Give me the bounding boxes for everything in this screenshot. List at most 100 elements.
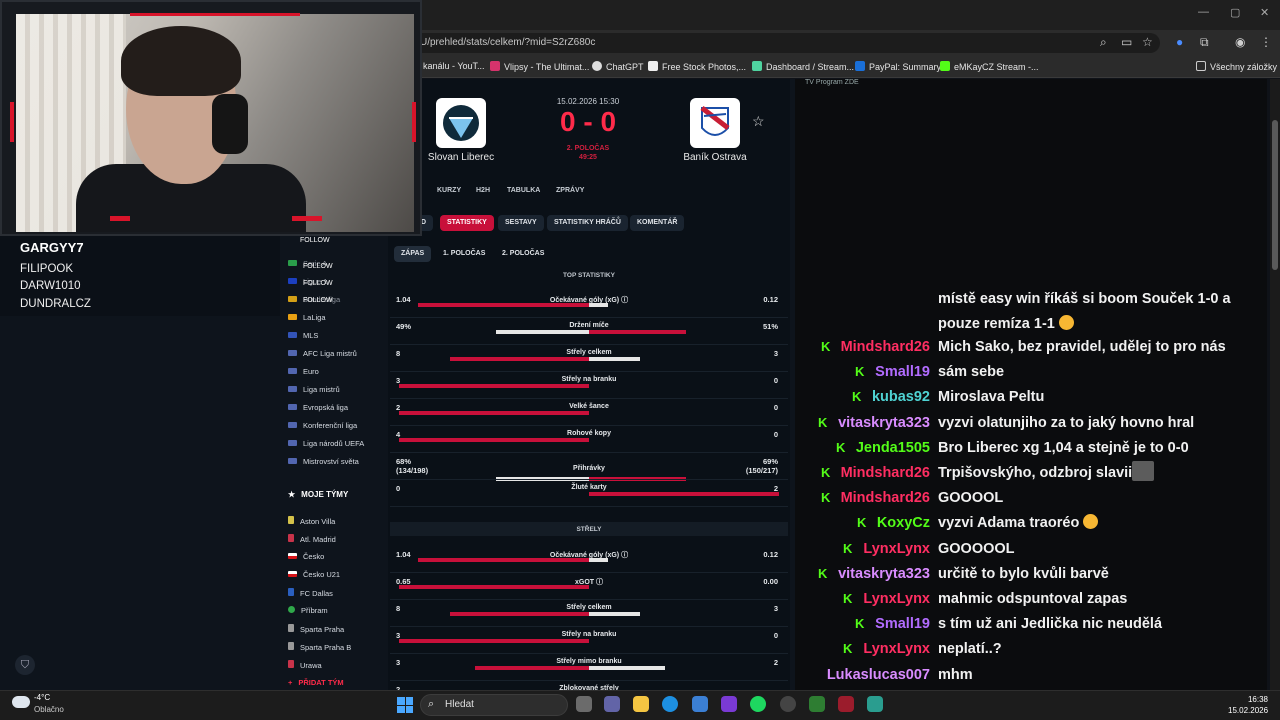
sidebar-team[interactable]: Urawa bbox=[288, 660, 322, 670]
search-label[interactable]: Hledat bbox=[445, 699, 474, 710]
chat-username[interactable]: Mindshard26 bbox=[841, 486, 930, 511]
stat-divider bbox=[390, 479, 788, 480]
star-icon: ★ bbox=[288, 490, 296, 499]
chat-username[interactable]: LynxLynx bbox=[863, 637, 930, 662]
stat-home-bar bbox=[450, 612, 589, 616]
tab-first-half[interactable]: 1. POLOČAS bbox=[436, 246, 492, 262]
subscriber-name: DUNDRALCZ bbox=[20, 298, 91, 310]
sidebar-team[interactable]: Česko U21 bbox=[288, 570, 340, 579]
tab-second-half[interactable]: 2. POLOČAS bbox=[495, 246, 551, 262]
sidebar-team[interactable]: Příbram bbox=[288, 606, 328, 615]
tv-program-link[interactable]: TV Program ZDE bbox=[805, 79, 859, 86]
taskbar-clock[interactable]: 16:38 15.02.2026 bbox=[1228, 694, 1268, 716]
file-explorer-icon[interactable] bbox=[633, 696, 649, 712]
tab-h2h[interactable]: H2H bbox=[476, 187, 490, 194]
bookmark-star-icon[interactable]: ☆ bbox=[1142, 35, 1153, 49]
chat-username[interactable]: Small19 bbox=[875, 612, 930, 637]
bookmark-stock-photos[interactable]: Free Stock Photos,... bbox=[648, 61, 746, 72]
chat-username[interactable]: Lukaslucas007 bbox=[827, 663, 930, 688]
app-icon[interactable] bbox=[867, 696, 883, 712]
stat-divider bbox=[390, 452, 788, 453]
sidebar-league[interactable]: Euro bbox=[288, 367, 319, 376]
tab-standings[interactable]: TABULKA bbox=[507, 187, 540, 194]
sidebar-league[interactable]: Mistrovství světa bbox=[288, 457, 359, 466]
sidebar-team[interactable]: Česko bbox=[288, 552, 324, 561]
zoom-icon[interactable]: ⌕ bbox=[1100, 35, 1107, 50]
bookmark-paypal[interactable]: PayPal: Summary bbox=[855, 61, 941, 72]
cloud-icon[interactable] bbox=[12, 696, 30, 708]
tab-news[interactable]: ZPRÁVY bbox=[556, 187, 584, 194]
app-icon[interactable] bbox=[721, 696, 737, 712]
sidebar-league[interactable]: Liga národů UEFA bbox=[288, 439, 364, 448]
follow-button[interactable]: FOLLOW bbox=[303, 297, 333, 304]
sidebar-league[interactable]: Liga mistrů bbox=[288, 385, 340, 394]
sidebar-team[interactable]: FC Dallas bbox=[288, 588, 333, 598]
sidebar-league[interactable]: Konferenční liga bbox=[288, 421, 357, 430]
kick-badge-icon: K bbox=[855, 364, 865, 380]
sidebar-league[interactable]: AFC Liga mistrů bbox=[288, 349, 357, 358]
steam-icon[interactable] bbox=[780, 696, 796, 712]
tab-commentary[interactable]: KOMENTÁŘ bbox=[630, 215, 685, 231]
chat-username[interactable]: Mindshard26 bbox=[841, 461, 930, 486]
extension-icon[interactable]: ● bbox=[1176, 35, 1183, 49]
tab-player-stats[interactable]: STATISTIKY HRÁČŮ bbox=[547, 215, 628, 231]
close-icon[interactable]: ✕ bbox=[1260, 6, 1269, 19]
weather-temperature[interactable]: -4°C bbox=[34, 693, 50, 702]
chat-username[interactable]: kubas92 bbox=[872, 385, 930, 410]
cast-icon[interactable]: ▭ bbox=[1121, 35, 1132, 49]
sidebar-league[interactable]: Evropská liga bbox=[288, 403, 348, 412]
teams-icon[interactable] bbox=[604, 696, 620, 712]
obs-icon[interactable] bbox=[809, 696, 825, 712]
sidebar-team[interactable]: Aston Villa bbox=[288, 516, 335, 526]
bookmark-kick-stream[interactable]: eMKayCZ Stream -... bbox=[940, 61, 1039, 72]
chat-username[interactable]: vitaskryta323 bbox=[838, 411, 930, 436]
tab-odds[interactable]: KURZY bbox=[437, 187, 461, 194]
sidebar-league[interactable]: MLS bbox=[288, 331, 318, 340]
app-icon[interactable] bbox=[838, 696, 854, 712]
url-field[interactable]: U/prehled/stats/celkem/?mid=S2rZ680c bbox=[408, 33, 1160, 53]
profile-avatar-icon[interactable]: ◉ bbox=[1235, 35, 1245, 49]
follow-button[interactable]: FOLLOW bbox=[303, 263, 333, 270]
weather-description[interactable]: Oblačno bbox=[34, 705, 64, 714]
extensions-puzzle-icon[interactable]: ⧉ bbox=[1200, 35, 1209, 50]
latest-subscriber: GARGYY7 bbox=[20, 240, 84, 255]
home-team-name[interactable]: Slovan Liberec bbox=[416, 152, 506, 163]
store-icon[interactable] bbox=[692, 696, 708, 712]
sidebar-team[interactable]: Sparta Praha B bbox=[288, 642, 351, 652]
tab-statistics[interactable]: STATISTIKY bbox=[440, 215, 494, 231]
scrollbar-thumb[interactable] bbox=[1272, 120, 1278, 270]
edge-icon[interactable] bbox=[662, 696, 678, 712]
chat-username[interactable]: Jenda1505 bbox=[856, 436, 930, 461]
chat-username[interactable]: LynxLynx bbox=[863, 537, 930, 562]
bookmark-chatgpt[interactable]: ChatGPT bbox=[592, 61, 644, 72]
windows-start-icon[interactable] bbox=[397, 697, 413, 713]
bookmark-dashboard[interactable]: Dashboard / Stream... bbox=[752, 61, 854, 72]
chat-username[interactable]: LynxLynx bbox=[863, 587, 930, 612]
tab-match[interactable]: ZÁPAS bbox=[394, 246, 432, 262]
bookmark-youtube[interactable]: kanálu - YouT... bbox=[423, 61, 485, 71]
minimize-icon[interactable]: — bbox=[1198, 6, 1209, 18]
follow-button[interactable]: FOLLOW bbox=[300, 237, 330, 244]
sidebar-team[interactable]: Atl. Madrid bbox=[288, 534, 336, 544]
bookmark-vlipsy[interactable]: Vlipsy - The Ultimat... bbox=[490, 61, 589, 72]
tab-lineups[interactable]: SESTAVY bbox=[498, 215, 544, 231]
add-team-link[interactable]: + PŘIDAT TÝM bbox=[288, 678, 344, 687]
chat-username[interactable]: Mindshard26 bbox=[841, 335, 930, 360]
menu-dots-icon[interactable]: ⋮ bbox=[1260, 35, 1272, 49]
spotify-icon[interactable] bbox=[750, 696, 766, 712]
all-bookmarks[interactable]: Všechny záložky bbox=[1196, 61, 1277, 72]
home-team-logo[interactable] bbox=[436, 98, 486, 148]
chat-username[interactable]: Small19 bbox=[875, 360, 930, 385]
sidebar-league[interactable]: LaLiga bbox=[288, 313, 326, 322]
follow-button[interactable]: FOLLOW bbox=[303, 280, 333, 287]
chat-username[interactable]: KoxyCz bbox=[877, 511, 930, 536]
shield-icon[interactable]: ⛉ bbox=[15, 655, 35, 675]
taskbar-search[interactable] bbox=[420, 694, 568, 716]
away-team-logo[interactable] bbox=[690, 98, 740, 148]
chat-username[interactable]: vitaskryta323 bbox=[838, 562, 930, 587]
away-team-name[interactable]: Baník Ostrava bbox=[670, 152, 760, 163]
maximize-icon[interactable]: ▢ bbox=[1230, 6, 1240, 19]
sidebar-team[interactable]: Sparta Praha bbox=[288, 624, 344, 634]
task-view-icon[interactable] bbox=[576, 696, 592, 712]
favorite-star-icon[interactable]: ☆ bbox=[752, 113, 765, 130]
